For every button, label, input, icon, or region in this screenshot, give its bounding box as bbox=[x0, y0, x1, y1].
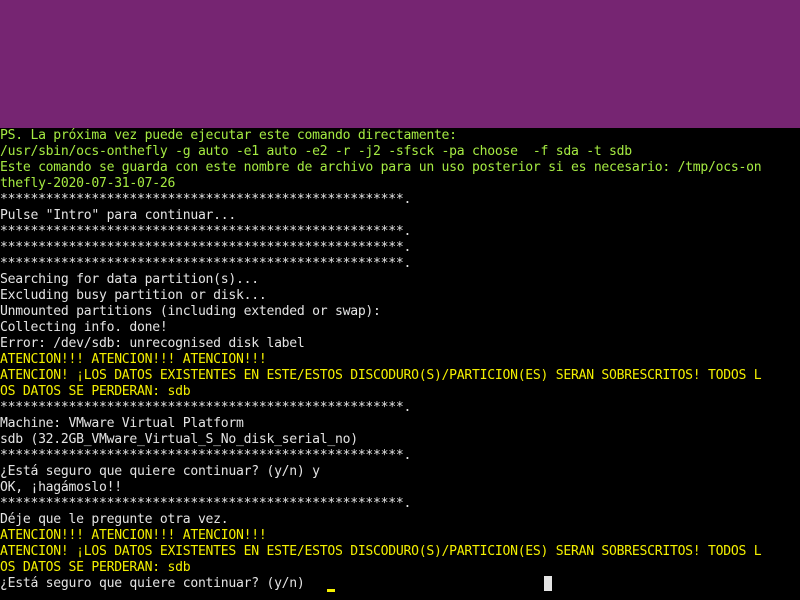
terminal-line: OK, ¡hagámoslo!! bbox=[0, 480, 122, 495]
terminal-line: ****************************************… bbox=[0, 496, 412, 511]
terminal-output: PS. La próxima vez puede ejecutar este c… bbox=[0, 128, 800, 592]
terminal-line: ****************************************… bbox=[0, 448, 412, 463]
terminal-line: ****************************************… bbox=[0, 224, 412, 239]
terminal-line: Collecting info. done! bbox=[0, 320, 168, 335]
terminal-prompt-line[interactable]: ¿Está seguro que quiere continuar? (y/n) bbox=[0, 576, 800, 592]
terminal-window[interactable]: PS. La próxima vez puede ejecutar este c… bbox=[0, 128, 800, 600]
desktop-banner bbox=[0, 0, 800, 128]
terminal-line: ATENCIÓN! ¡LOS DATOS EXISTENTES EN ESTE/… bbox=[0, 368, 762, 383]
terminal-line: ****************************************… bbox=[0, 240, 412, 255]
scroll-position-indicator bbox=[544, 576, 552, 591]
terminal-line: Déje que le pregunte otra vez. bbox=[0, 512, 229, 527]
vm-screen: PS. La próxima vez puede ejecutar este c… bbox=[0, 0, 800, 600]
terminal-line: Excluding busy partition or disk... bbox=[0, 288, 267, 303]
terminal-line: Pulse "Intro" para continuar... bbox=[0, 208, 237, 223]
terminal-line: ATENCIÓN!!! ATENCIÓN!!! ATENCIÓN!!! bbox=[0, 352, 267, 367]
terminal-line: PS. La próxima vez puede ejecutar este c… bbox=[0, 128, 457, 143]
terminal-line: Error: /dev/sdb: unrecognised disk label bbox=[0, 336, 305, 351]
terminal-line: sdb (32.2GB_VMware_Virtual_S_No_disk_ser… bbox=[0, 432, 358, 447]
terminal-line: ATENCIÓN!!! ATENCIÓN!!! ATENCIÓN!!! bbox=[0, 528, 267, 543]
terminal-line: ****************************************… bbox=[0, 400, 412, 415]
terminal-line: ¿Está seguro que quiere continuar? (y/n)… bbox=[0, 464, 320, 479]
terminal-line: OS DATOS SE PERDERÁN: sdb bbox=[0, 560, 191, 575]
terminal-line: ****************************************… bbox=[0, 256, 412, 271]
terminal-line: ATENCIÓN! ¡LOS DATOS EXISTENTES EN ESTE/… bbox=[0, 544, 762, 559]
terminal-line: Searching for data partition(s)... bbox=[0, 272, 259, 287]
text-cursor bbox=[327, 589, 335, 592]
terminal-line: Este comando se guarda con este nombre d… bbox=[0, 160, 762, 175]
terminal-line: OS DATOS SE PERDERÁN: sdb bbox=[0, 384, 191, 399]
terminal-line: Unmounted partitions (including extended… bbox=[0, 304, 381, 319]
terminal-line: /usr/sbin/ocs-onthefly -g auto -e1 auto … bbox=[0, 144, 632, 159]
terminal-line: Machine: VMware Virtual Platform bbox=[0, 416, 244, 431]
terminal-line: thefly-2020-07-31-07-26 bbox=[0, 176, 176, 191]
terminal-line: ****************************************… bbox=[0, 192, 412, 207]
